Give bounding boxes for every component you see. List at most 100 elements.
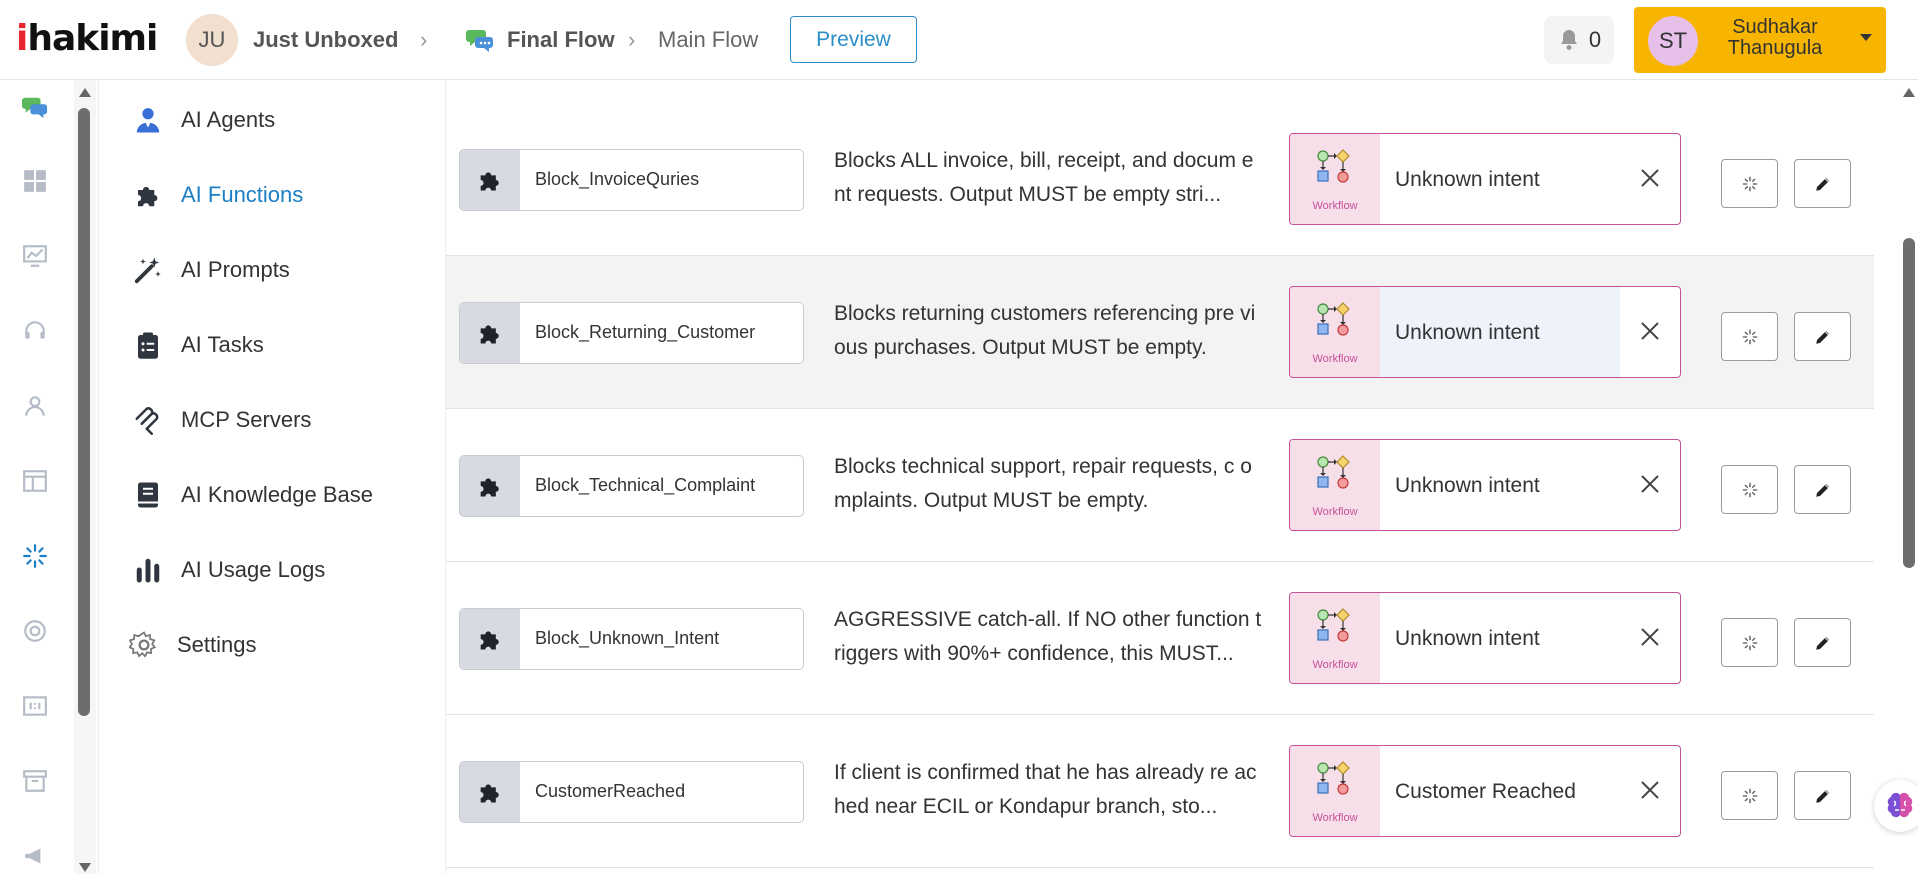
support-icon[interactable] (22, 618, 48, 644)
clear-intent-icon[interactable] (1638, 778, 1662, 802)
function-name-field[interactable]: Block_Returning_Customer (459, 302, 804, 364)
project-avatar[interactable]: JU (186, 14, 238, 66)
pencil-icon (1815, 636, 1829, 650)
clear-intent-icon[interactable] (1638, 625, 1662, 649)
menu-item-settings[interactable]: Settings (129, 627, 257, 663)
function-description: Blocks ALL invoice, bill, receipt, and d… (834, 149, 1254, 206)
ihakimi-logo[interactable]: ihakimi (16, 18, 158, 59)
preview-button[interactable]: Preview (790, 16, 917, 63)
analytics-icon[interactable] (22, 243, 48, 269)
main-scrollbar-thumb[interactable] (1903, 238, 1915, 568)
user-menu[interactable]: ST Sudhakar Thanugula (1634, 7, 1886, 73)
flow-name[interactable]: Final Flow (507, 27, 615, 53)
project-name[interactable]: Just Unboxed (253, 27, 398, 53)
intent-selector[interactable]: Workflow Unknown intent (1289, 286, 1681, 378)
ai-generate-button[interactable] (1721, 159, 1778, 208)
menu-item-ai-usage-logs[interactable]: AI Usage Logs (133, 552, 325, 588)
notification-count: 0 (1588, 27, 1602, 52)
function-row: Block_Returning_Customer Blocks returnin… (446, 256, 1874, 409)
intent-value: Unknown intent (1395, 168, 1540, 191)
notifications-button[interactable]: 0 (1544, 16, 1614, 64)
function-name: CustomerReached (535, 781, 686, 801)
clear-intent-icon[interactable] (1638, 472, 1662, 496)
sidebar-scrollbar-thumb[interactable] (78, 108, 90, 716)
flow-chat-icon (466, 30, 493, 52)
function-name-field[interactable]: CustomerReached (459, 761, 804, 823)
workflow-badge: Workflow (1290, 746, 1380, 836)
breadcrumb-chevron-icon: › (628, 27, 636, 52)
function-name: Block_Technical_Complaint (535, 475, 756, 495)
megaphone-icon[interactable] (22, 843, 48, 869)
clipboard-icon (138, 332, 158, 359)
archive-icon[interactable] (22, 768, 48, 794)
intent-selector[interactable]: Workflow Unknown intent (1289, 133, 1681, 225)
function-description: Blocks technical support, repair request… (834, 455, 1252, 512)
puzzle-icon (138, 186, 158, 207)
pencil-icon (1815, 330, 1829, 344)
menu-item-ai-functions[interactable]: AI Functions (133, 177, 303, 213)
edit-button[interactable] (1794, 312, 1851, 361)
sub-flow-name[interactable]: Main Flow (658, 27, 758, 53)
edit-button[interactable] (1794, 159, 1851, 208)
menu-item-ai-tasks[interactable]: AI Tasks (133, 327, 264, 363)
edit-button[interactable] (1794, 618, 1851, 667)
workflow-badge: Workflow (1290, 134, 1380, 224)
intent-selector[interactable]: Workflow Unknown intent (1289, 439, 1681, 531)
menu-item-ai-knowledge-base[interactable]: AI Knowledge Base (133, 477, 373, 513)
ai-spark-icon[interactable] (22, 543, 48, 569)
function-description: AGGRESSIVE catch-all. If NO other functi… (834, 608, 1262, 665)
function-name-field[interactable]: Block_InvoiceQuries (459, 149, 804, 211)
edit-button[interactable] (1794, 771, 1851, 820)
workflow-label: Workflow (1312, 659, 1358, 671)
menu-item-label: AI Prompts (181, 257, 290, 282)
bell-icon (1560, 30, 1577, 50)
layout-icon[interactable] (22, 468, 48, 494)
intent-value: Unknown intent (1395, 321, 1540, 344)
function-row: Block_Unknown_Intent AGGRESSIVE catch-al… (446, 562, 1874, 715)
clear-intent-icon[interactable] (1638, 166, 1662, 190)
pencil-icon (1815, 483, 1829, 497)
headset-icon[interactable] (22, 318, 48, 344)
book-icon (138, 482, 158, 508)
intent-value: Customer Reached (1395, 780, 1576, 803)
function-row: Block_InvoiceQuries Blocks ALL invoice, … (446, 103, 1874, 256)
menu-item-label: AI Usage Logs (181, 557, 326, 582)
menu-item-ai-agents[interactable]: AI Agents (133, 102, 275, 138)
ai-generate-button[interactable] (1721, 465, 1778, 514)
workflow-icon (1317, 608, 1350, 642)
ai-assistant-button[interactable] (1874, 780, 1918, 832)
user-icon[interactable] (22, 393, 48, 419)
workflow-badge: Workflow (1290, 287, 1380, 377)
pencil-icon (1815, 789, 1829, 803)
top-bar: ihakimi JU Just Unboxed › Final Flow › M… (0, 0, 1918, 80)
function-row: CustomerReached If client is confirmed t… (446, 715, 1874, 868)
intent-selector[interactable]: Workflow Unknown intent (1289, 592, 1681, 684)
pencil-icon (1815, 177, 1829, 191)
edit-button[interactable] (1794, 465, 1851, 514)
menu-item-mcp-servers[interactable]: MCP Servers (133, 402, 311, 438)
intent-value: Unknown intent (1395, 627, 1540, 650)
chat-logo-icon[interactable] (22, 94, 48, 120)
ratio-icon[interactable] (22, 693, 48, 719)
puzzle-icon (460, 303, 520, 363)
ai-generate-button[interactable] (1721, 771, 1778, 820)
workflow-label: Workflow (1312, 506, 1358, 518)
intent-selector[interactable]: Workflow Customer Reached (1289, 745, 1681, 837)
scroll-up-icon[interactable] (79, 88, 91, 97)
ai-spark-icon (1742, 788, 1757, 803)
clear-intent-icon[interactable] (1638, 319, 1662, 343)
menu-item-label: AI Functions (181, 182, 304, 207)
function-name-field[interactable]: Block_Unknown_Intent (459, 608, 804, 670)
scroll-down-icon[interactable] (79, 863, 91, 872)
scroll-up-icon[interactable] (1903, 88, 1915, 97)
ai-generate-button[interactable] (1721, 618, 1778, 667)
menu-item-label: AI Tasks (181, 332, 264, 357)
function-name-field[interactable]: Block_Technical_Complaint (459, 455, 804, 517)
dashboard-icon[interactable] (22, 168, 48, 194)
function-description: If client is confirmed that he has alrea… (834, 761, 1257, 818)
menu-item-ai-prompts[interactable]: AI Prompts (133, 252, 290, 288)
puzzle-icon (460, 762, 520, 822)
menu-item-label: AI Knowledge Base (181, 482, 374, 507)
ai-generate-button[interactable] (1721, 312, 1778, 361)
workflow-icon (1317, 455, 1350, 489)
